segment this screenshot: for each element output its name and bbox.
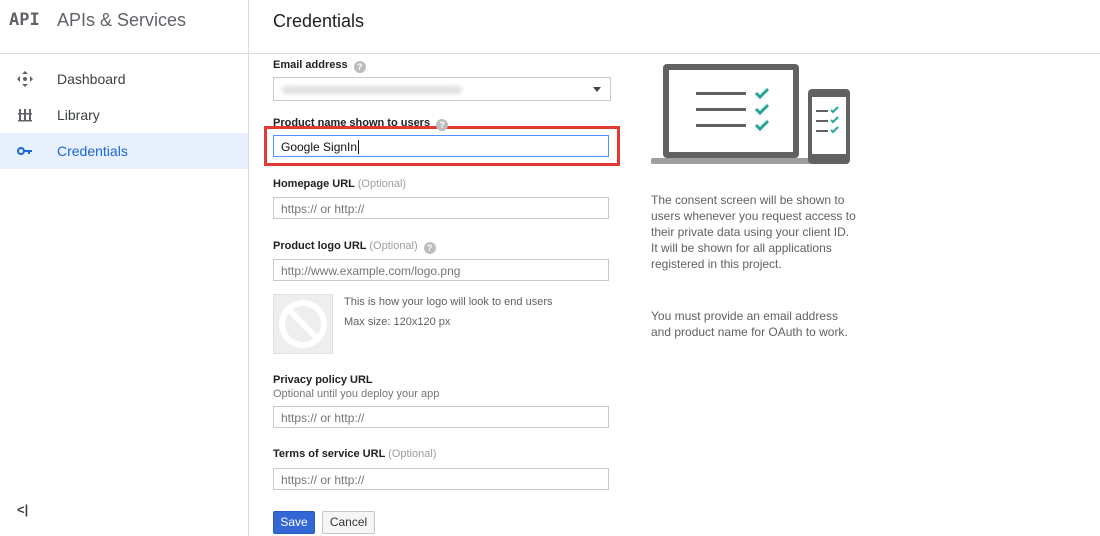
logo-url-label: Product logo URL (Optional)?	[273, 240, 436, 254]
sidebar-item-credentials[interactable]: Credentials	[0, 133, 248, 169]
brand-header: API APIs & Services	[0, 0, 248, 54]
consent-illustration	[651, 64, 850, 164]
collapse-sidebar-icon[interactable]: <|	[17, 502, 28, 517]
sidebar-item-dashboard[interactable]: Dashboard	[0, 61, 248, 97]
help-icon[interactable]: ?	[436, 119, 449, 131]
chevron-down-icon	[593, 87, 601, 92]
logo-url-placeholder: http://www.example.com/logo.png	[281, 264, 461, 278]
tos-placeholder: https:// or http://	[281, 473, 365, 487]
consent-form: Email address? Product name shown to use…	[273, 54, 633, 536]
api-logo: API	[9, 10, 40, 30]
sidebar: API APIs & Services Dashboard Library Cr…	[0, 0, 249, 536]
privacy-label: Privacy policy URL	[273, 374, 373, 386]
logo-url-input[interactable]: http://www.example.com/logo.png	[273, 259, 609, 281]
privacy-placeholder: https:// or http://	[281, 411, 365, 425]
brand-title[interactable]: APIs & Services	[57, 10, 186, 31]
logo-preview	[273, 294, 333, 354]
email-select[interactable]	[273, 77, 611, 101]
tos-label: Terms of service URL (Optional)	[273, 448, 437, 460]
homepage-label: Homepage URL (Optional)	[273, 178, 407, 190]
sidebar-item-label: Credentials	[57, 143, 128, 159]
dashboard-icon	[17, 71, 33, 87]
key-icon	[17, 147, 32, 155]
product-name-label: Product name shown to users?	[273, 117, 449, 131]
logo-preview-text: This is how your logo will look to end u…	[344, 296, 553, 308]
page-header: Credentials	[249, 0, 1100, 54]
privacy-sublabel: Optional until you deploy your app	[273, 388, 440, 400]
tos-input[interactable]: https:// or http://	[273, 468, 609, 490]
cancel-button[interactable]: Cancel	[322, 511, 375, 534]
no-logo-icon	[279, 300, 327, 348]
product-name-value: Google SignIn	[281, 140, 358, 154]
sidebar-item-label: Library	[57, 107, 100, 123]
page-title: Credentials	[273, 11, 365, 31]
sidebar-item-label: Dashboard	[57, 71, 126, 87]
logo-max-size: Max size: 120x120 px	[344, 316, 451, 328]
help-icon[interactable]: ?	[353, 61, 366, 73]
help-icon[interactable]: ?	[423, 242, 436, 254]
consent-info-text: The consent screen will be shown to user…	[651, 193, 856, 271]
homepage-input[interactable]: https:// or http://	[273, 197, 609, 219]
product-name-input[interactable]: Google SignIn	[273, 135, 609, 157]
save-button[interactable]: Save	[273, 511, 315, 534]
email-label: Email address?	[273, 59, 366, 73]
email-value-redacted	[282, 86, 462, 94]
library-icon	[18, 109, 32, 122]
privacy-input[interactable]: https:// or http://	[273, 406, 609, 428]
homepage-placeholder: https:// or http://	[281, 202, 365, 216]
oauth-requirement-text: You must provide an email address and pr…	[651, 309, 848, 339]
sidebar-item-library[interactable]: Library	[0, 97, 248, 133]
